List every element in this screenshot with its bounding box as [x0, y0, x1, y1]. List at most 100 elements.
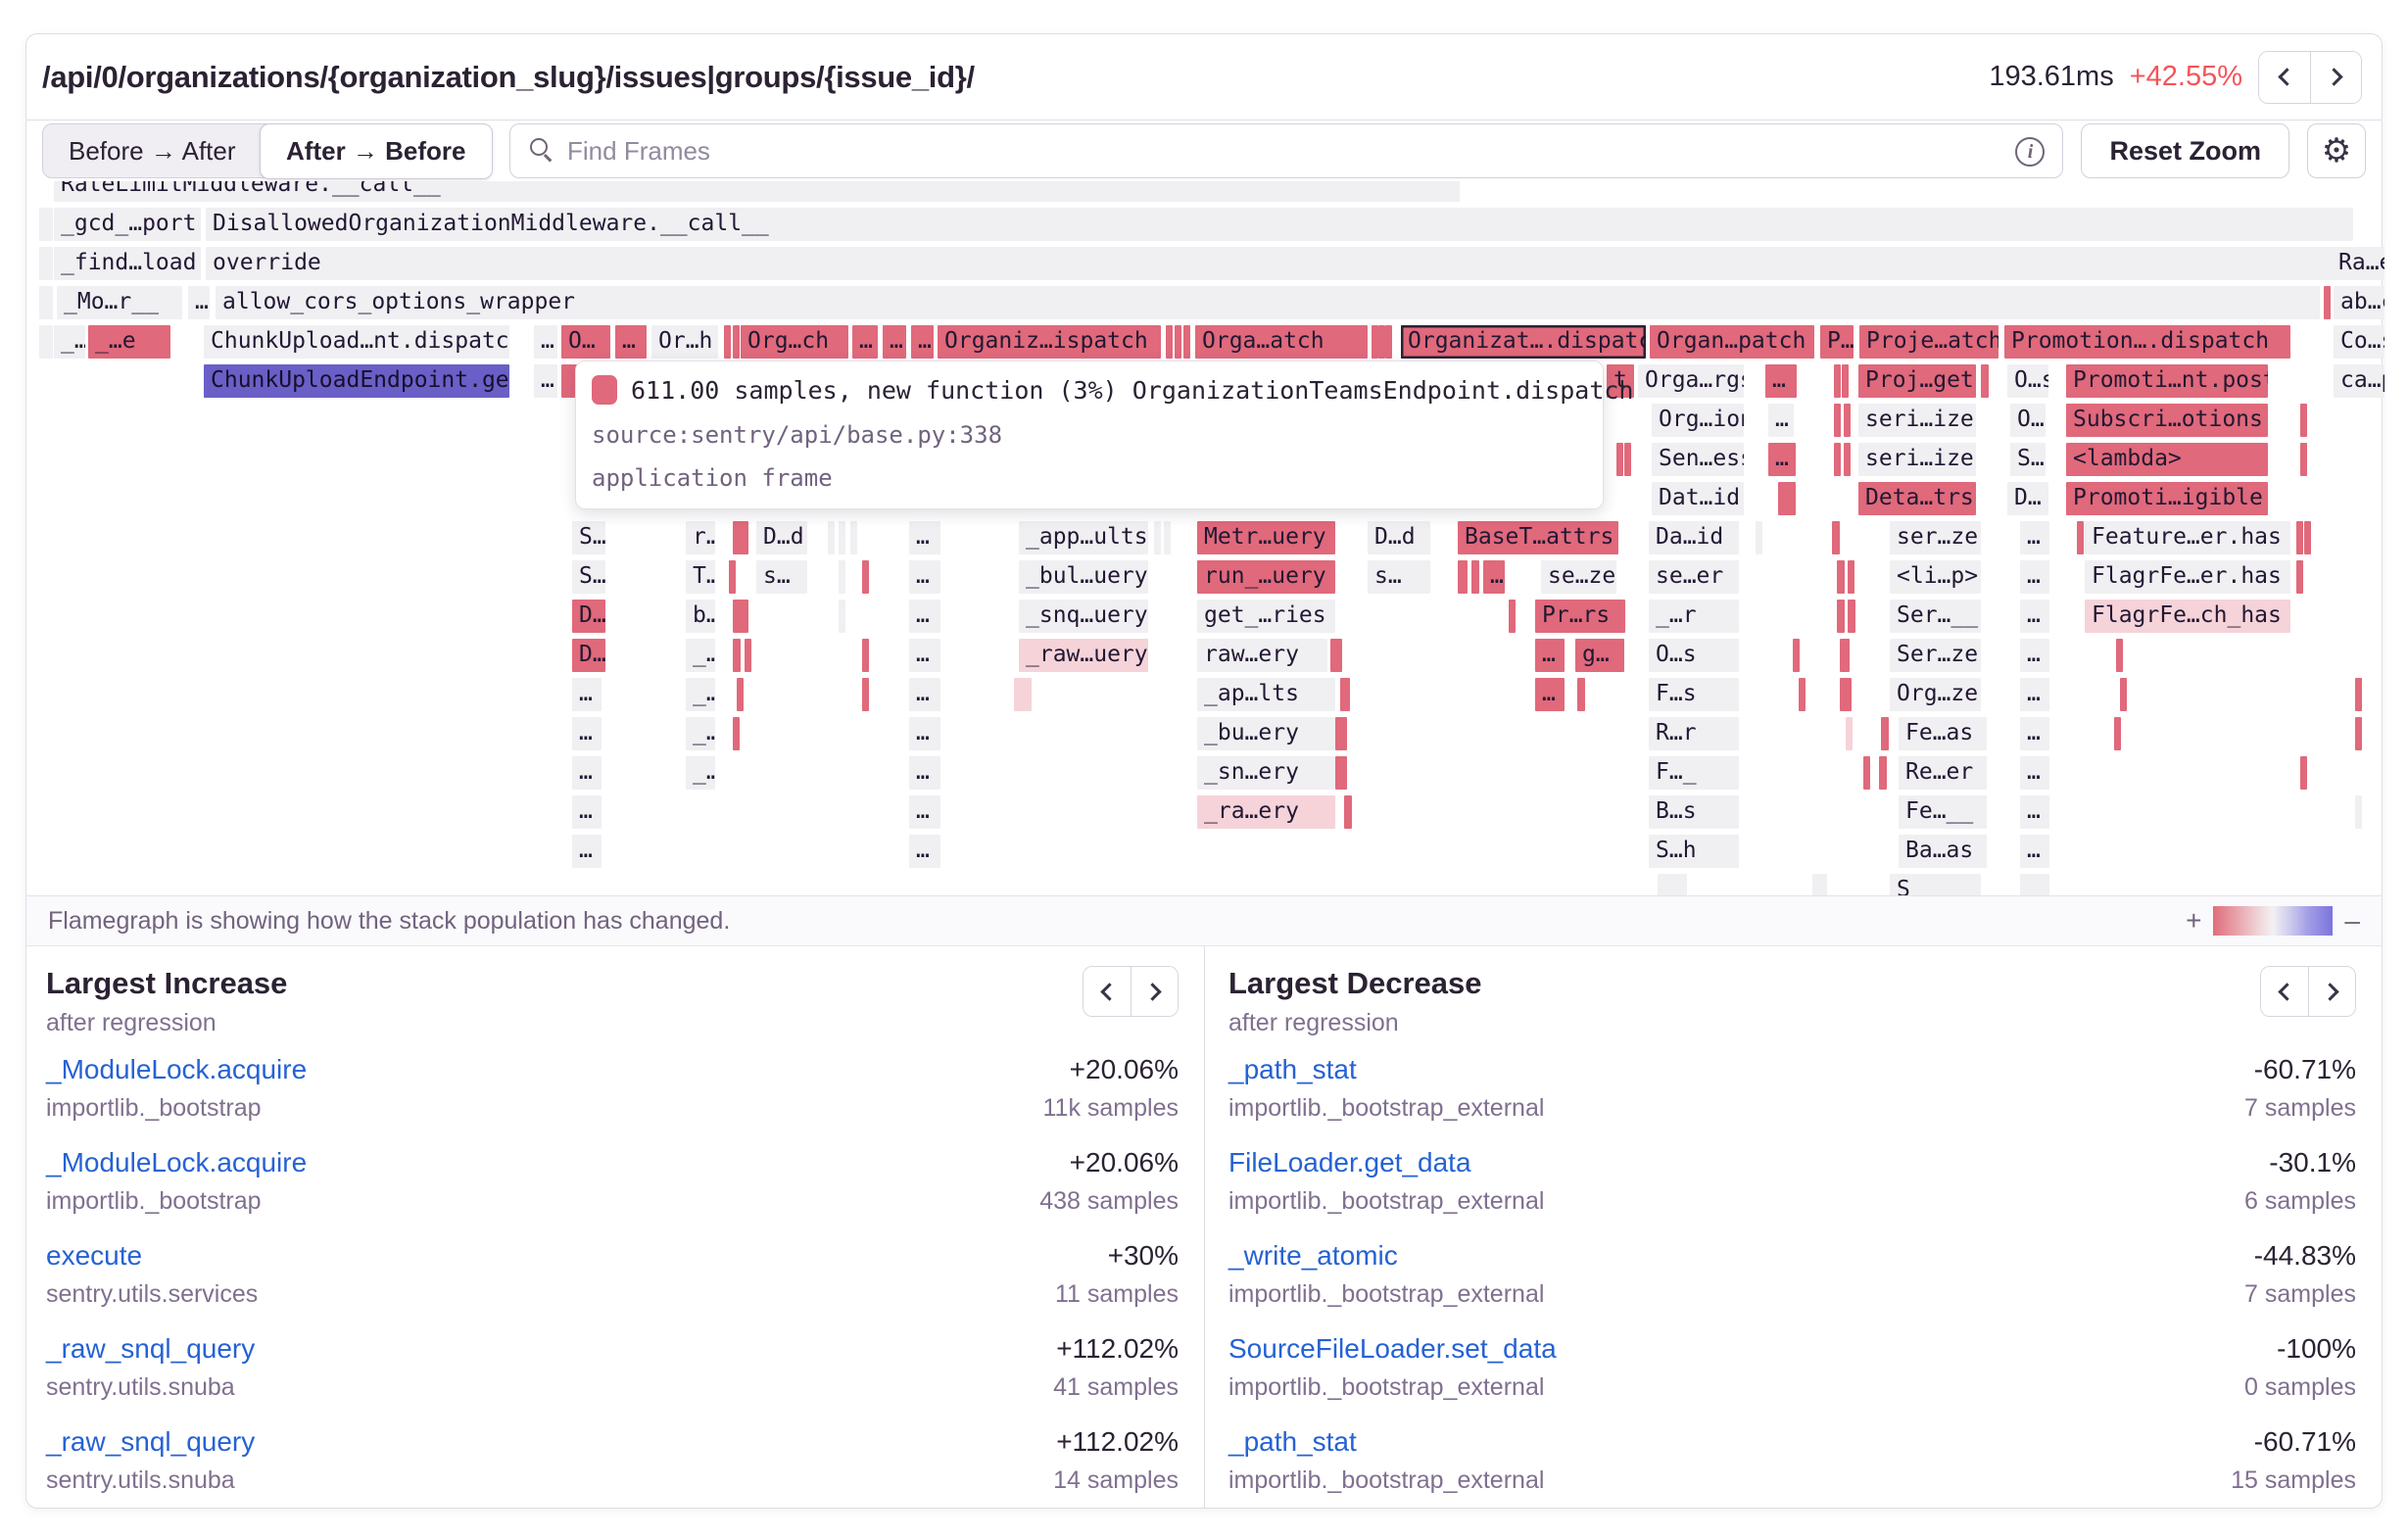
flame-frame[interactable] — [1837, 560, 1845, 594]
flame-frame[interactable] — [1981, 364, 1989, 398]
function-link[interactable]: _ModuleLock.acquire — [46, 1053, 307, 1086]
flame-frame[interactable] — [1509, 600, 1516, 633]
flame-frame[interactable]: seri…ize — [1858, 443, 1976, 476]
flame-frame[interactable]: … — [883, 325, 906, 359]
settings-button[interactable]: ⚙ — [2307, 123, 2366, 178]
flame-frame[interactable]: Orga…rgs — [1638, 364, 1744, 398]
flame-frame[interactable]: _ap…lts — [1197, 678, 1335, 711]
flame-frame[interactable]: … — [909, 795, 940, 829]
flame-frame[interactable]: Organ…patch — [1650, 325, 1814, 359]
flame-frame[interactable]: … — [534, 364, 557, 398]
flame-frame[interactable]: S… — [572, 560, 605, 594]
flame-frame[interactable] — [2355, 678, 2362, 711]
flame-frame[interactable]: DisallowedOrganizationMiddleware.__call_… — [206, 208, 2353, 241]
flame-frame[interactable] — [1616, 443, 1623, 476]
flame-frame[interactable]: ChunkUpload…nt.dispatch — [204, 325, 509, 359]
decrease-next-button[interactable] — [2308, 967, 2355, 1016]
flame-frame[interactable]: P… — [1820, 325, 1854, 359]
flame-frame[interactable]: … — [2020, 756, 2049, 790]
flame-frame[interactable]: … — [909, 560, 940, 594]
flame-frame[interactable]: … — [615, 325, 647, 359]
search-input[interactable] — [567, 136, 1999, 167]
flame-frame[interactable]: Or…h — [651, 325, 718, 359]
flame-frame[interactable]: D…d — [756, 521, 807, 554]
flame-frame[interactable]: … — [572, 756, 602, 790]
flame-frame[interactable] — [1842, 364, 1849, 398]
flame-frame[interactable] — [1471, 560, 1479, 594]
flame-frame[interactable]: run_…uery — [1197, 560, 1335, 594]
flame-frame[interactable]: Deta…trs — [1858, 482, 1976, 515]
flame-frame[interactable] — [1844, 404, 1851, 437]
flame-frame[interactable] — [1863, 756, 1870, 790]
flame-frame[interactable]: … — [534, 325, 557, 359]
flame-frame[interactable] — [1458, 560, 1468, 594]
flame-frame[interactable]: … — [1483, 560, 1505, 594]
flame-frame-selected[interactable]: ChunkUploadEndpoint.get — [204, 364, 509, 398]
flame-frame[interactable] — [1840, 678, 1852, 711]
flame-frame[interactable]: _…r — [1649, 600, 1739, 633]
flame-frame[interactable] — [1834, 364, 1841, 398]
flame-frame[interactable] — [2077, 521, 2084, 554]
flame-frame[interactable]: Organiz…ispatch — [938, 325, 1161, 359]
flame-frame[interactable] — [1812, 874, 1827, 895]
flame-frame[interactable] — [1183, 325, 1190, 359]
flame-frame[interactable]: s… — [756, 560, 807, 594]
flame-frame[interactable]: _raw…uery — [1019, 639, 1148, 672]
flame-frame[interactable]: D…d — [1368, 521, 1430, 554]
flame-frame[interactable] — [46, 286, 53, 319]
flame-frame[interactable] — [39, 325, 46, 359]
flame-frame[interactable]: S… — [572, 521, 605, 554]
flamegraph[interactable]: S……S…hBa…as………_ra…eryB…sFe…__……_……_sn…er… — [0, 181, 2408, 895]
flame-frame[interactable] — [2324, 286, 2331, 319]
flame-frame[interactable]: Promotion….dispatch — [2004, 325, 2290, 359]
flame-frame[interactable] — [1014, 678, 1032, 711]
flame-frame[interactable]: … — [1768, 404, 1794, 437]
flame-frame[interactable]: _sn…ery — [1197, 756, 1335, 790]
flame-frame[interactable]: Fe…as — [1899, 717, 1987, 750]
flame-frame[interactable] — [1799, 678, 1806, 711]
flame-frame[interactable] — [862, 560, 869, 594]
flame-frame[interactable] — [2116, 639, 2123, 672]
flame-frame[interactable] — [862, 678, 869, 711]
flame-frame[interactable]: seri…ize — [1858, 404, 1976, 437]
flame-frame[interactable] — [1834, 443, 1841, 476]
flame-frame[interactable] — [46, 247, 53, 280]
flame-frame[interactable] — [1330, 639, 1342, 672]
flame-frame[interactable]: b… — [686, 600, 715, 633]
flame-frame[interactable] — [46, 208, 53, 241]
flame-frame[interactable]: Da…id — [1649, 521, 1739, 554]
flame-frame[interactable] — [1335, 717, 1347, 750]
flame-frame-hovered[interactable]: Organizat….dispatch — [1401, 325, 1646, 359]
flame-frame[interactable]: … — [1768, 443, 1796, 476]
function-link[interactable]: execute — [46, 1239, 142, 1273]
flame-frame[interactable]: _find…load — [54, 247, 201, 280]
function-link[interactable]: _raw_snql_query — [46, 1425, 255, 1459]
flame-frame[interactable]: D… — [2007, 482, 2048, 515]
flame-frame[interactable]: <lambda> — [2066, 443, 2268, 476]
flame-frame[interactable]: _bul…uery — [1019, 560, 1148, 594]
flame-frame[interactable]: O…s — [2007, 364, 2048, 398]
flame-frame[interactable]: Feature…er.has — [2085, 521, 2290, 554]
flame-frame[interactable] — [2296, 560, 2303, 594]
flame-frame[interactable]: _bu…ery — [1197, 717, 1335, 750]
flame-frame[interactable] — [2114, 717, 2121, 750]
flame-frame[interactable] — [1793, 639, 1800, 672]
flame-frame[interactable]: ab…ck — [2334, 286, 2384, 319]
flame-frame[interactable] — [39, 286, 46, 319]
flame-frame[interactable]: _snq…uery — [1019, 600, 1148, 633]
flame-frame[interactable]: … — [909, 521, 940, 554]
flame-frame[interactable]: Promoti…nt.post — [2066, 364, 2268, 398]
flame-frame[interactable] — [2300, 756, 2307, 790]
flame-frame[interactable]: D… — [572, 639, 605, 672]
flame-frame[interactable]: B…s — [1649, 795, 1739, 829]
flame-frame[interactable]: … — [188, 286, 210, 319]
flame-frame[interactable]: Ba…as — [1899, 835, 1987, 868]
flame-frame[interactable] — [1335, 756, 1347, 790]
flame-frame[interactable]: F…s — [1649, 678, 1739, 711]
flame-frame[interactable]: Re…er — [1899, 756, 1987, 790]
flame-frame[interactable]: D… — [572, 600, 605, 633]
flame-frame[interactable]: … — [2020, 835, 2049, 868]
flame-frame[interactable] — [1658, 874, 1687, 895]
flame-frame[interactable] — [733, 717, 740, 750]
flame-frame[interactable]: Proj…get — [1858, 364, 1976, 398]
